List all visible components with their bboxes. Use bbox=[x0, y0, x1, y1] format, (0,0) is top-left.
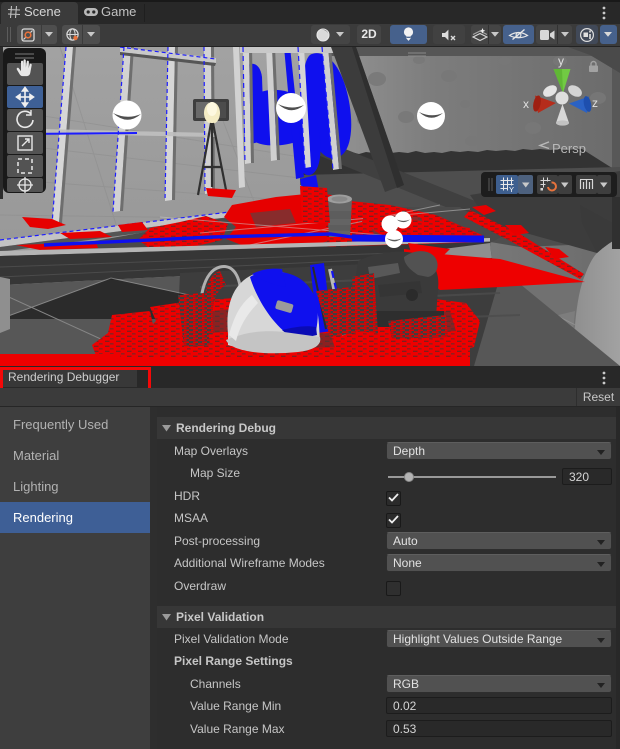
svg-text:y: y bbox=[558, 54, 564, 68]
svg-text:z: z bbox=[592, 96, 598, 110]
svg-text:Y: Y bbox=[509, 185, 514, 194]
svg-text:Persp: Persp bbox=[552, 141, 586, 156]
svg-text:x: x bbox=[523, 97, 529, 111]
